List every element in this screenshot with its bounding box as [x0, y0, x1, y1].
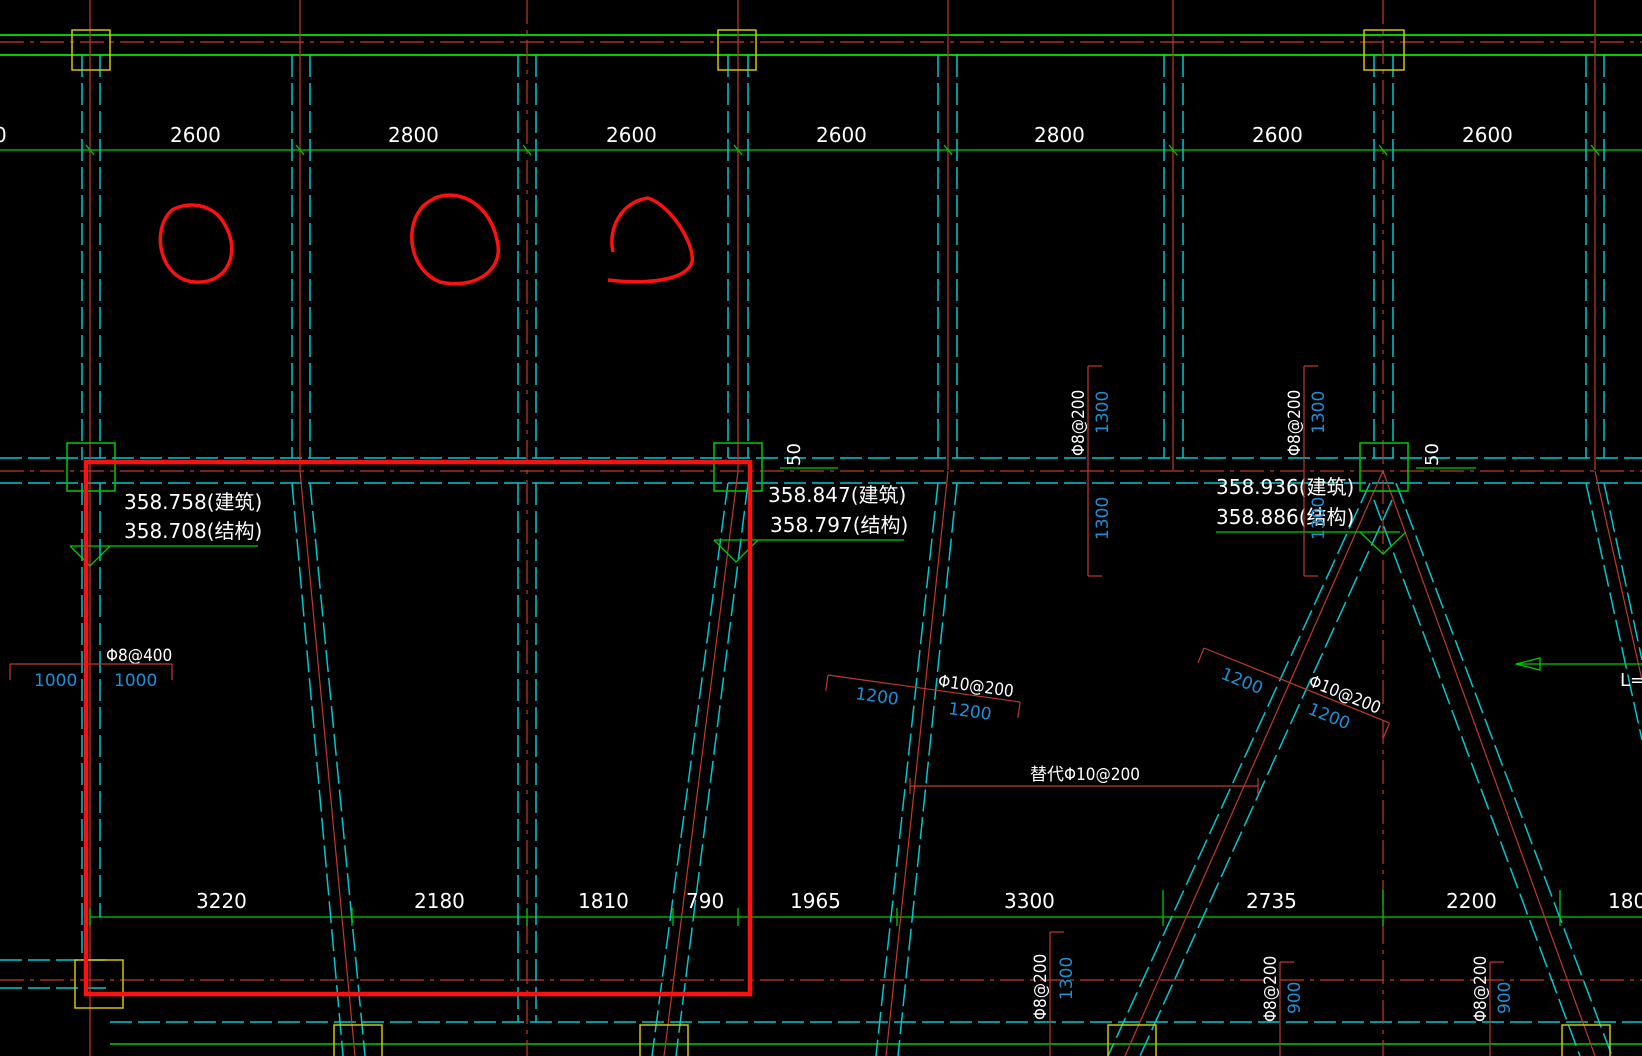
- cad-viewport[interactable]: 0 2600 2800 2600 2600 2800 2600 2600 322…: [0, 0, 1642, 1056]
- rebar-top-v1-spec: Φ8@200: [1069, 390, 1089, 456]
- rebar-top-v2-spec: Φ8@200: [1285, 390, 1305, 456]
- slanted-beams: [291, 470, 1642, 1056]
- dim-bottom-1: 3220: [196, 889, 247, 913]
- elev-2-arch: 358.847(建筑): [768, 483, 906, 507]
- dim-bottom-2: 2180: [414, 889, 465, 913]
- rebar-bot-v2-spec: Φ8@200: [1261, 956, 1281, 1022]
- cad-drawing[interactable]: 0 2600 2800 2600 2600 2800 2600 2600 322…: [0, 0, 1642, 1056]
- rebar-top-v1-len-a: 1300: [1093, 391, 1113, 434]
- rebar-top-v2-len-a: 1300: [1309, 391, 1329, 434]
- dim-top-4: 2600: [816, 123, 867, 147]
- dim-bottom-9: 180: [1608, 889, 1642, 913]
- rebar-top-v2-len-b: 1300: [1309, 497, 1329, 540]
- markup-circle-3: [607, 196, 694, 284]
- rebar-bot-v1-spec: Φ8@200: [1031, 954, 1051, 1020]
- rebar-top-v1-len-b: 1300: [1093, 497, 1113, 540]
- dim-top-6: 2600: [1252, 123, 1303, 147]
- dim-top-7: 2600: [1462, 123, 1513, 147]
- rebar-bot-v1-len-a: 1300: [1057, 957, 1077, 1000]
- dim-top-5: 2800: [1034, 123, 1085, 147]
- rebar-mid-len-a: 1200: [854, 684, 900, 710]
- dim-top-2: 2800: [388, 123, 439, 147]
- rebar-bot-v2-len-a: 900: [1285, 982, 1305, 1014]
- rebar-mid-spec: Φ10@200: [937, 671, 1015, 701]
- rebar-mid-len-b: 1200: [947, 699, 993, 725]
- elev-3-arch: 358.936(建筑): [1216, 475, 1354, 499]
- bottom-dimension-labels: 3220 2180 1810 790 1965 3300 2735 2200 1…: [196, 889, 1642, 913]
- markup-circle-2: [410, 193, 501, 286]
- dim-bottom-6: 3300: [1004, 889, 1055, 913]
- markup-circle-1: [158, 203, 234, 284]
- dim-top-3: 2600: [606, 123, 657, 147]
- dim-bottom-4: 790: [686, 889, 724, 913]
- dim-bottom-7: 2735: [1246, 889, 1297, 913]
- rebar-bot-v3-spec: Φ8@200: [1471, 956, 1491, 1022]
- rebar-left-len-b: 1000: [114, 671, 157, 691]
- edge-label: L=: [1620, 670, 1642, 691]
- rebar-bot-v3-len-a: 900: [1495, 982, 1515, 1014]
- dim-bottom-8: 2200: [1446, 889, 1497, 913]
- elev-3-struct: 358.886(结构): [1216, 505, 1354, 529]
- dim-top-1: 2600: [170, 123, 221, 147]
- elev-1-arch: 358.758(建筑): [124, 490, 262, 514]
- markup-annotations: [83, 193, 753, 997]
- top-dimension-labels: 0 2600 2800 2600 2600 2800 2600 2600: [0, 123, 1513, 147]
- dim-left-partial: 0: [0, 123, 7, 147]
- dim-bottom-5: 1965: [790, 889, 841, 913]
- offset-label-2: 50: [1422, 443, 1443, 466]
- elev-2-struct: 358.797(结构): [770, 513, 908, 537]
- rebar-left-spec: Φ8@400: [106, 646, 172, 666]
- rebar-left-len-a: 1000: [34, 671, 77, 691]
- elev-1-struct: 358.708(结构): [124, 519, 262, 543]
- dim-bottom-3: 1810: [578, 889, 629, 913]
- rebar-replace: 替代Φ10@200: [1030, 765, 1140, 785]
- edge-arrow: L=: [1515, 657, 1642, 691]
- offset-label-1: 50: [784, 443, 805, 466]
